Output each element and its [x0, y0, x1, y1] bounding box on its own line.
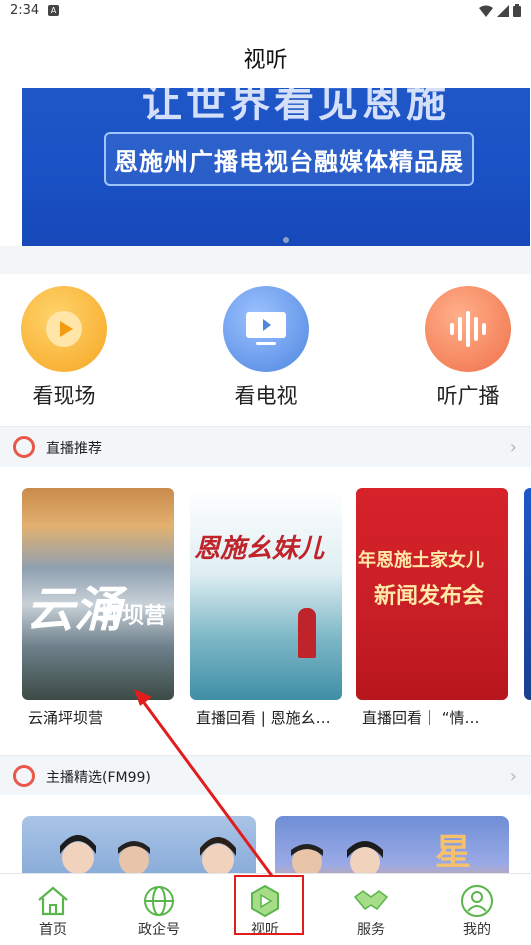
anchor-card-list: 星 — [0, 795, 531, 873]
live-card-thumbnail — [524, 488, 531, 700]
tv-icon — [223, 286, 309, 372]
figure-illustration — [298, 608, 316, 658]
section-ring-icon — [13, 765, 35, 787]
quick-action-radio[interactable]: 听广播 — [408, 286, 528, 410]
svg-text:星: 星 — [435, 832, 471, 873]
banner-subtitle: 恩施州广播电视台融媒体精品展 — [114, 147, 464, 176]
quick-actions: 看现场 看电视 听广播 — [0, 276, 531, 426]
live-card[interactable]: 年恩施土家女儿 新闻发布会 直播回看｜ “情… — [356, 488, 508, 728]
thumbnail-overlay-title: 恩施幺妹儿 — [194, 534, 325, 564]
quick-action-label: 听广播 — [436, 384, 500, 408]
promo-banner[interactable]: 让世界看见恩施 恩施州广播电视台融媒体精品展 — [22, 88, 530, 246]
tab-home[interactable]: 首页 — [0, 874, 106, 945]
status-bar: 2:34 A — [0, 0, 531, 22]
tab-label: 服务 — [357, 922, 385, 938]
live-card-list: 云涌 坪坝营 云涌坪坝营 恩施幺妹儿 直播回看 | 恩施幺妹儿 年恩施土家女儿 … — [0, 467, 531, 755]
quick-action-label: 看电视 — [234, 384, 298, 408]
live-card[interactable]: 云涌 坪坝营 云涌坪坝营 — [22, 488, 174, 728]
page-title: 视听 — [243, 48, 288, 73]
live-card-partial[interactable] — [524, 488, 531, 700]
banner-headline: 让世界看见恩施 — [142, 88, 450, 126]
live-card-thumbnail: 年恩施土家女儿 新闻发布会 — [356, 488, 508, 700]
quick-action-live-scene[interactable]: 看现场 — [4, 286, 124, 410]
tab-mine[interactable]: 我的 — [424, 874, 530, 945]
section-title: 主播精选(FM99) — [46, 770, 151, 786]
chevron-right-icon[interactable]: › — [510, 766, 517, 787]
tab-label: 政企号 — [138, 922, 180, 938]
live-card-thumbnail: 云涌 坪坝营 — [22, 488, 174, 700]
anchor-card[interactable] — [22, 816, 256, 873]
handshake-icon — [353, 883, 389, 919]
status-time: 2:34 — [10, 3, 40, 18]
section-ring-icon — [13, 436, 35, 458]
anchor-card[interactable]: 星 — [275, 816, 509, 873]
tab-gov-enterprise[interactable]: 政企号 — [106, 874, 212, 945]
carousel-indicator[interactable] — [283, 237, 289, 243]
quick-action-tv[interactable]: 看电视 — [206, 286, 326, 410]
tab-label: 我的 — [463, 922, 491, 938]
tab-label: 首页 — [39, 922, 67, 938]
battery-icon — [513, 4, 521, 17]
thumbnail-overlay-subtitle: 坪坝营 — [100, 604, 167, 629]
notification-badge-icon: A — [48, 5, 59, 16]
anchor-photo — [60, 835, 236, 873]
audio-wave-icon — [425, 286, 511, 372]
live-card-label: 直播回看 | 恩施幺妹儿 — [196, 709, 342, 727]
anchor-section-header[interactable]: 主播精选(FM99) › — [0, 755, 531, 797]
signal-icon — [497, 4, 509, 17]
live-card[interactable]: 恩施幺妹儿 直播回看 | 恩施幺妹儿 — [190, 488, 342, 728]
thumbnail-overlay-subtitle: 新闻发布会 — [374, 584, 485, 609]
wifi-icon — [479, 5, 493, 17]
live-section-header[interactable]: 直播推荐 › — [0, 426, 531, 468]
section-title: 直播推荐 — [46, 441, 102, 457]
live-card-label: 直播回看｜ “情… — [362, 709, 480, 727]
chevron-right-icon[interactable]: › — [510, 437, 517, 458]
live-card-thumbnail: 恩施幺妹儿 — [190, 488, 342, 700]
home-icon — [35, 883, 71, 919]
anchor-photo: 星 — [291, 832, 471, 873]
section-divider — [0, 246, 531, 274]
thumbnail-overlay-title: 年恩施土家女儿 — [358, 550, 484, 571]
title-bar: 视听 — [0, 22, 531, 88]
play-icon — [21, 286, 107, 372]
user-icon — [459, 883, 495, 919]
tab-services[interactable]: 服务 — [318, 874, 424, 945]
status-icons — [479, 4, 521, 17]
active-tab-highlight — [234, 875, 304, 935]
quick-action-label: 看现场 — [32, 384, 96, 408]
globe-icon — [141, 883, 177, 919]
banner-subtitle-box: 恩施州广播电视台融媒体精品展 — [104, 132, 474, 186]
live-card-label: 云涌坪坝营 — [28, 709, 104, 727]
